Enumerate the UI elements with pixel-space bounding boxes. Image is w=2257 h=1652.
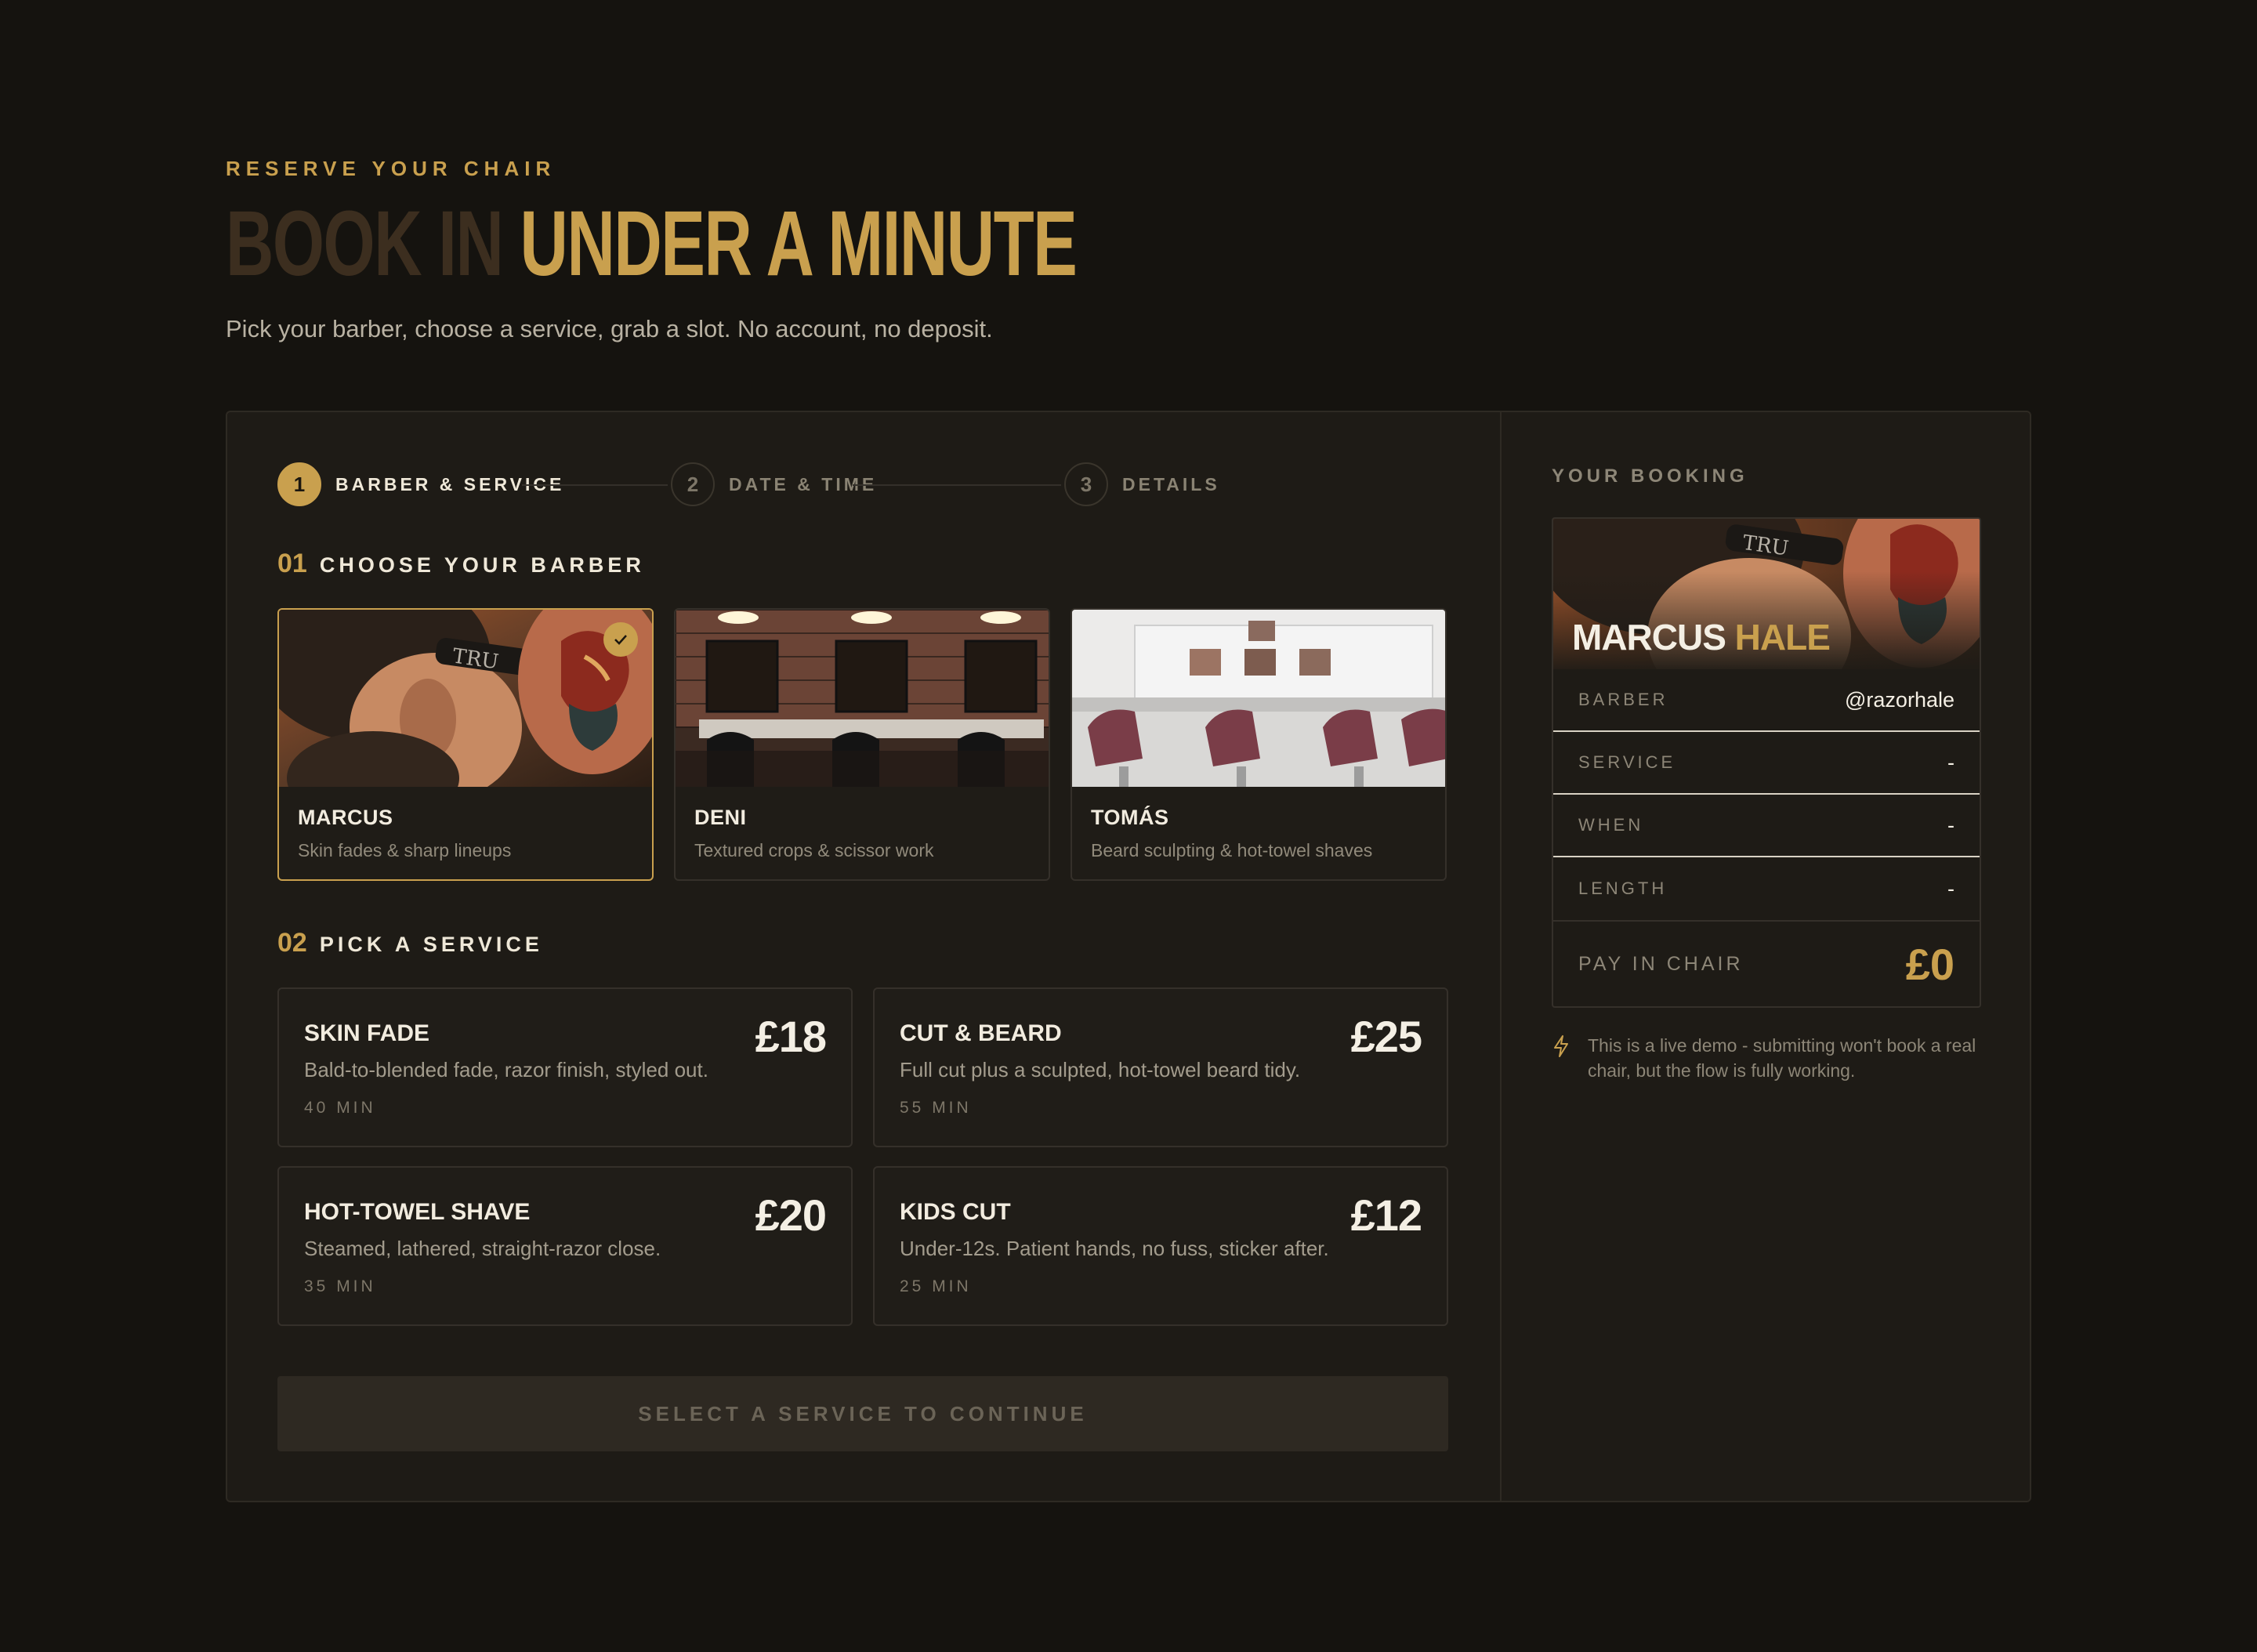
summary-value: - (1947, 876, 1954, 900)
step-details[interactable]: 3 DETAILS (1064, 462, 1220, 506)
summary-row-length: LENGTH - (1553, 857, 1980, 920)
service-card-kids-cut[interactable]: KIDS CUT Under-12s. Patient hands, no fu… (873, 1166, 1448, 1326)
summary-key: WHEN (1578, 815, 1644, 835)
barber-last-name: HALE (1734, 617, 1831, 658)
service-card-hot-towel-shave[interactable]: HOT-TOWEL SHAVE Steamed, lathered, strai… (277, 1166, 853, 1326)
step-connector (522, 484, 668, 486)
service-duration: 40 MIN (304, 1099, 376, 1117)
barber-desc: Beard sculpting & hot-towel shaves (1091, 840, 1373, 860)
demo-note: This is a live demo - submitting won't b… (1552, 1033, 1991, 1083)
summary-barber-photo: TRU MARCUS HALE (1553, 519, 1980, 669)
step-label: DETAILS (1122, 473, 1220, 495)
service-name: SKIN FADE (304, 1020, 430, 1046)
service-name: HOT-TOWEL SHAVE (304, 1199, 531, 1225)
headline-gold: UNDER A MINUTE (520, 192, 1078, 295)
service-desc: Under-12s. Patient hands, no fuss, stick… (900, 1237, 1329, 1260)
service-section-title: 02 PICK A SERVICE (277, 928, 543, 958)
service-price: £18 (755, 1012, 827, 1061)
service-desc: Bald-to-blended fade, razor finish, styl… (304, 1058, 708, 1081)
total-value: £0 (1905, 939, 1954, 989)
barber-card-marcus[interactable]: TRU MARCUS Skin fades & sharp lineups (277, 608, 654, 881)
service-desc: Steamed, lathered, straight-razor close. (304, 1237, 661, 1260)
summary-key: BARBER (1578, 690, 1668, 709)
step-number: 3 (1064, 462, 1108, 506)
service-price: £12 (1350, 1190, 1422, 1240)
barber-photo (676, 610, 1049, 787)
service-card-skin-fade[interactable]: SKIN FADE Bald-to-blended fade, razor fi… (277, 987, 853, 1147)
subhead: Pick your barber, choose a service, grab… (226, 315, 993, 342)
service-duration: 25 MIN (900, 1277, 972, 1295)
summary-row-when: WHEN - (1553, 795, 1980, 857)
service-name: CUT & BEARD (900, 1020, 1062, 1046)
barber-name: TOMÁS (1091, 806, 1169, 829)
barber-photo: TRU (279, 610, 652, 787)
service-price: £20 (755, 1190, 827, 1240)
summary-key: SERVICE (1578, 752, 1676, 772)
service-price: £25 (1350, 1012, 1422, 1061)
booking-card: 1 BARBER & SERVICE 2 DATE & TIME 3 DETAI… (226, 411, 2031, 1502)
service-name: KIDS CUT (900, 1199, 1011, 1225)
barber-card-deni[interactable]: DENI Textured crops & scissor work (674, 608, 1050, 881)
barber-card-tomas[interactable]: TOMÁS Beard sculpting & hot-towel shaves (1071, 608, 1447, 881)
barber-first-name: MARCUS (1572, 617, 1726, 658)
booking-summary-panel: YOUR BOOKING MARCUS HALE BARBER @razorha… (1500, 412, 2031, 1501)
page-title: BOOK IN UNDER A MINUTE (226, 192, 1078, 295)
barber-name: DENI (694, 806, 747, 829)
summary-value: - (1947, 750, 1954, 774)
summary-value: @razorhale (1845, 687, 1954, 712)
barber-section-title: 01 CHOOSE YOUR BARBER (277, 549, 645, 579)
booking-form: 1 BARBER & SERVICE 2 DATE & TIME 3 DETAI… (227, 412, 1500, 1501)
demo-note-text: This is a live demo - submitting won't b… (1588, 1035, 1976, 1081)
section-heading: CHOOSE YOUR BARBER (319, 553, 645, 577)
summary-row-barber: BARBER @razorhale (1553, 669, 1980, 732)
selected-check-icon (603, 622, 638, 657)
summary-barber-name: MARCUS HALE (1572, 616, 1831, 658)
barber-desc: Skin fades & sharp lineups (298, 840, 512, 860)
lightning-icon (1554, 1035, 1568, 1057)
stepper: 1 BARBER & SERVICE 2 DATE & TIME 3 DETAI… (277, 462, 1453, 506)
section-number: 01 (277, 549, 307, 578)
eyebrow: RESERVE YOUR CHAIR (226, 157, 556, 180)
summary-row-service: SERVICE - (1553, 732, 1980, 795)
service-duration: 55 MIN (900, 1099, 972, 1117)
barber-photo (1072, 610, 1445, 787)
service-duration: 35 MIN (304, 1277, 376, 1295)
step-date-time[interactable]: 2 DATE & TIME (671, 462, 877, 506)
summary-total: PAY IN CHAIR £0 (1553, 920, 1980, 1006)
service-desc: Full cut plus a sculpted, hot-towel bear… (900, 1058, 1301, 1081)
booking-summary: TRU MARCUS HALE BARBER @razorhale (1552, 517, 1981, 1008)
summary-title: YOUR BOOKING (1552, 466, 1748, 487)
summary-key: LENGTH (1578, 879, 1668, 898)
total-label: PAY IN CHAIR (1578, 952, 1744, 975)
continue-button[interactable]: SELECT A SERVICE TO CONTINUE (277, 1376, 1448, 1451)
section-heading: PICK A SERVICE (319, 933, 543, 956)
step-connector (853, 484, 1061, 486)
step-number: 2 (671, 462, 715, 506)
service-card-cut-beard[interactable]: CUT & BEARD Full cut plus a sculpted, ho… (873, 987, 1448, 1147)
barber-name: MARCUS (298, 806, 393, 829)
barber-desc: Textured crops & scissor work (694, 840, 934, 860)
step-number: 1 (277, 462, 321, 506)
section-number: 02 (277, 928, 307, 958)
barber-list: TRU MARCUS Skin fades & sharp lineups DE… (277, 608, 1448, 881)
headline-dim: BOOK IN (226, 192, 504, 295)
summary-value: - (1947, 813, 1954, 837)
